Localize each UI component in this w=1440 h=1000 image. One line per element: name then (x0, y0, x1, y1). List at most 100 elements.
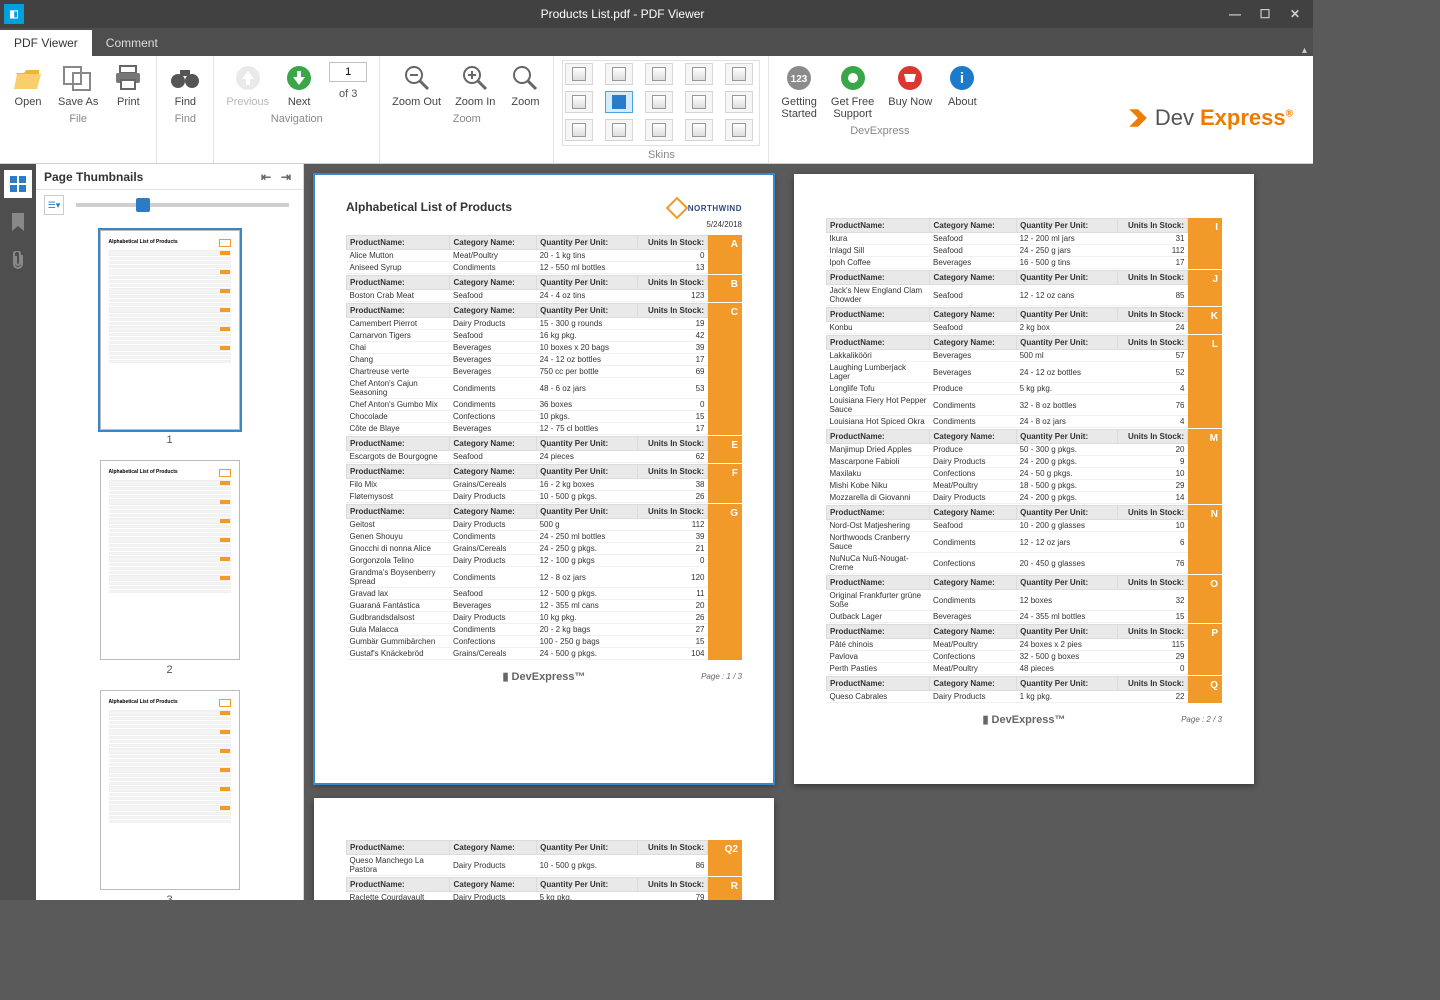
zoom-in-icon (459, 62, 491, 94)
find-button[interactable]: Find (165, 60, 205, 110)
thumbnail-options-button[interactable]: ☰▾ (44, 195, 64, 215)
save-as-icon (62, 62, 94, 94)
section-J: ProductName:Category Name:Quantity Per U… (826, 270, 1222, 306)
ribbon-tabs: PDF Viewer Comment ▴ (0, 28, 1313, 56)
skin-option[interactable] (725, 119, 753, 141)
pdf-page-3[interactable]: ProductName:Category Name:Quantity Per U… (314, 798, 774, 900)
get-free-support-button[interactable]: Get Free Support (827, 60, 878, 122)
collapse-left-icon[interactable]: ⇤ (257, 168, 275, 186)
page-counter: Page : 2 / 3 (1181, 715, 1222, 724)
skin-option[interactable] (565, 119, 593, 141)
table-row: Pâté chinoisMeat/Poultry24 boxes x 2 pie… (827, 639, 1188, 651)
section-M: ProductName:Category Name:Quantity Per U… (826, 429, 1222, 504)
table-row: GeitostDairy Products500 g112 (347, 519, 708, 531)
thumbnails-panel: Page Thumbnails ⇤ ⇥ ☰▾ Alphabetical List… (36, 164, 304, 900)
thumbnails-tab[interactable] (4, 170, 32, 198)
doc-date: 5/24/2018 (346, 220, 742, 229)
letter-tab: A (708, 235, 742, 274)
open-button[interactable]: Open (8, 60, 48, 110)
zoom-in-button[interactable]: Zoom In (451, 60, 499, 110)
group-label-find: Find (165, 110, 205, 127)
page-number-input[interactable] (329, 62, 367, 82)
footer-logo: ▮ DevExpress™ (502, 670, 585, 683)
table-row: Chartreuse verteBeverages750 cc per bott… (347, 366, 708, 378)
table-row: Côte de BlayeBeverages12 - 75 cl bottles… (347, 423, 708, 435)
group-label-devexpress: DevExpress (777, 122, 982, 139)
close-button[interactable]: ✕ (1281, 4, 1309, 24)
expand-right-icon[interactable]: ⇥ (277, 168, 295, 186)
skin-option[interactable] (725, 63, 753, 85)
skin-option[interactable] (685, 119, 713, 141)
about-button[interactable]: i About (942, 60, 982, 110)
page-number-group: of 3 (325, 60, 371, 102)
table-row: NuNuCa Nuß-Nougat-CremeConfections20 - 4… (827, 553, 1188, 574)
skin-option[interactable] (685, 91, 713, 113)
app-icon: ◧ (4, 4, 24, 24)
letter-tab: E (708, 436, 742, 463)
skin-option[interactable] (645, 63, 673, 85)
table-row: Guaraná FantásticaBeverages12 - 355 ml c… (347, 600, 708, 612)
thumbnail-page-3[interactable]: Alphabetical List of Products3 (100, 690, 240, 900)
skin-option[interactable] (605, 63, 633, 85)
northwind-logo: NORTHWIND (669, 200, 742, 216)
tab-comment[interactable]: Comment (92, 30, 172, 56)
skin-option[interactable] (565, 91, 593, 113)
letter-tab: G (708, 504, 742, 660)
table-row: Gula MalaccaCondiments20 - 2 kg bags27 (347, 624, 708, 636)
title-bar: ◧ Products List.pdf - PDF Viewer — ☐ ✕ (0, 0, 1313, 28)
print-button[interactable]: Print (108, 60, 148, 110)
table-row: Queso CabralesDairy Products1 kg pkg.22 (827, 691, 1188, 703)
save-as-button[interactable]: Save As (54, 60, 102, 110)
table-row: Louisiana Hot Spiced OkraCondiments24 - … (827, 416, 1188, 428)
binoculars-icon (169, 62, 201, 94)
maximize-button[interactable]: ☐ (1251, 4, 1279, 24)
zoom-out-button[interactable]: Zoom Out (388, 60, 445, 110)
section-B: ProductName:Category Name:Quantity Per U… (346, 275, 742, 302)
minimize-button[interactable]: — (1221, 4, 1249, 24)
skin-option[interactable] (645, 91, 673, 113)
skin-option[interactable] (565, 63, 593, 85)
attachments-tab[interactable] (4, 246, 32, 274)
skin-option[interactable] (645, 119, 673, 141)
group-label-skins: Skins (562, 146, 760, 163)
table-row: ChaiBeverages10 boxes x 20 bags39 (347, 342, 708, 354)
bookmarks-tab[interactable] (4, 208, 32, 236)
pdf-page-2[interactable]: ProductName:Category Name:Quantity Per U… (794, 174, 1254, 784)
section-R: ProductName:Category Name:Quantity Per U… (346, 877, 742, 900)
slider-handle[interactable] (136, 198, 150, 212)
pdf-page-1[interactable]: Alphabetical List of Products NORTHWIND … (314, 174, 774, 784)
section-E: ProductName:Category Name:Quantity Per U… (346, 436, 742, 463)
footer-logo: ▮ DevExpress™ (982, 713, 1065, 726)
skin-option-selected[interactable] (605, 91, 633, 113)
thumbnail-size-slider[interactable] (76, 203, 289, 207)
getting-started-button[interactable]: 123 Getting Started (777, 60, 820, 122)
table-row: Nord-Ost MatjesheringSeafood10 - 200 g g… (827, 520, 1188, 532)
zoom-button[interactable]: Zoom (505, 60, 545, 110)
skin-option[interactable] (725, 91, 753, 113)
skin-option[interactable] (605, 119, 633, 141)
section-P: ProductName:Category Name:Quantity Per U… (826, 624, 1222, 675)
table-row: LakkalikööriBeverages500 ml57 (827, 350, 1188, 362)
table-row: Gravad laxSeafood12 - 500 g pkgs.11 (347, 588, 708, 600)
table-row: Genen ShouyuCondiments24 - 250 ml bottle… (347, 531, 708, 543)
skins-gallery[interactable] (562, 60, 760, 146)
previous-button[interactable]: Previous (222, 60, 273, 110)
viewer-area[interactable]: Alphabetical List of Products NORTHWIND … (304, 164, 1313, 900)
buy-now-button[interactable]: Buy Now (884, 60, 936, 110)
thumbnail-page-1[interactable]: Alphabetical List of Products1 (100, 230, 240, 446)
table-row: ChocoladeConfections10 pkgs.15 (347, 411, 708, 423)
table-row: Mozzarella di GiovanniDairy Products24 -… (827, 492, 1188, 504)
collapse-ribbon-icon[interactable]: ▴ (1302, 45, 1307, 56)
letter-tab: R (708, 877, 742, 900)
skin-option[interactable] (685, 63, 713, 85)
table-row: Escargots de BourgogneSeafood24 pieces62 (347, 451, 708, 463)
table-row: Inlagd SillSeafood24 - 250 g jars112 (827, 245, 1188, 257)
section-F: ProductName:Category Name:Quantity Per U… (346, 464, 742, 503)
section-G: ProductName:Category Name:Quantity Per U… (346, 504, 742, 660)
badge-123-icon: 123 (783, 62, 815, 94)
table-row: Carnarvon TigersSeafood16 kg pkg.42 (347, 330, 708, 342)
thumbnail-page-2[interactable]: Alphabetical List of Products2 (100, 460, 240, 676)
ribbon: Open Save As Print File (0, 56, 1313, 164)
next-button[interactable]: Next (279, 60, 319, 110)
tab-pdf-viewer[interactable]: PDF Viewer (0, 30, 92, 56)
